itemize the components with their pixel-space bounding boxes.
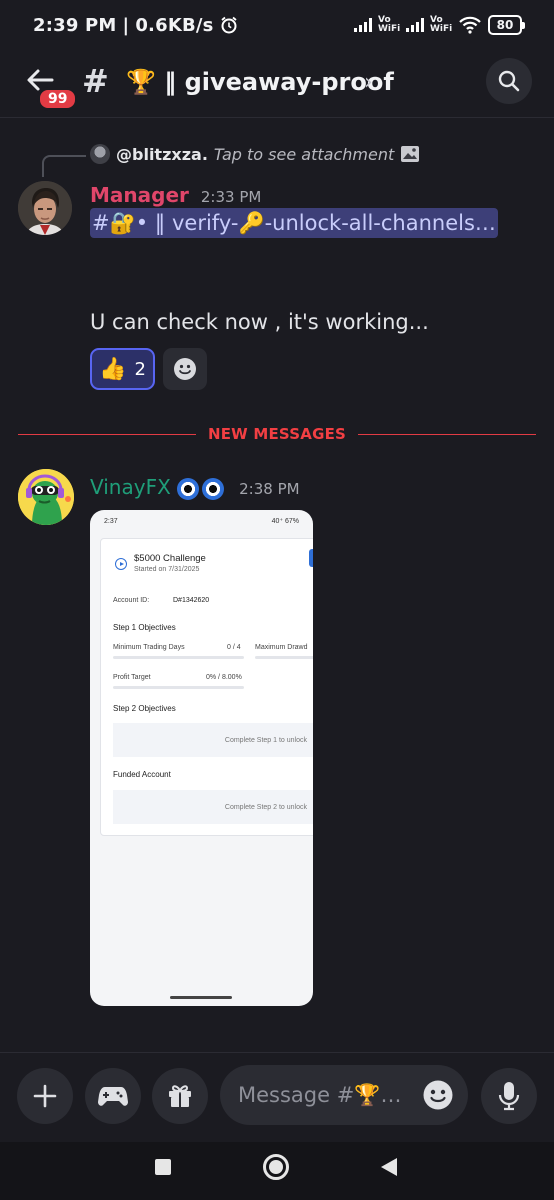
progress-bar (255, 656, 313, 659)
alarm-icon (220, 16, 238, 34)
wifi-icon (458, 16, 482, 34)
avatar[interactable] (18, 469, 74, 525)
channel-mention[interactable]: #🔐• ‖ verify-🔑-unlock-all-channels… (90, 208, 498, 238)
reply-preview[interactable]: @blitzxza. Tap to see attachment (90, 144, 420, 164)
reply-connector (42, 155, 86, 177)
recents-button[interactable] (155, 1159, 171, 1175)
progress-bar (113, 686, 244, 689)
signal-icon (354, 18, 372, 32)
back-button[interactable] (381, 1158, 397, 1176)
add-reaction-button[interactable] (163, 348, 207, 390)
challenge-started: Started on 7/31/2025 (134, 566, 200, 573)
profit-target-value: 0% / 8.00% (206, 674, 242, 681)
search-icon (497, 69, 521, 93)
reaction-count: 2 (134, 358, 146, 380)
image-attachment[interactable]: 2:37 40⁺ 67% $5000 Challenge Started on … (90, 510, 313, 1006)
funded-locked-box: Complete Step 2 to unlock (113, 790, 313, 824)
signal-icon-2 (406, 18, 424, 32)
account-label: Account ID: (113, 597, 150, 604)
timestamp: 2:38 PM (239, 480, 300, 498)
message-composer: Message #🏆… (0, 1052, 554, 1142)
smiley-icon (173, 357, 197, 381)
vowifi-label-1: Vo WiFi (378, 15, 401, 34)
step2-heading: Step 2 Objectives (113, 704, 176, 713)
image-icon (400, 145, 420, 163)
reply-username: @blitzxza. (116, 144, 208, 164)
timestamp: 2:33 PM (200, 188, 262, 206)
evil-eye-icon (202, 477, 225, 500)
username-text: VinayFX (90, 475, 171, 499)
divider-line-right (358, 433, 537, 435)
voice-message-button[interactable] (481, 1068, 537, 1124)
message-input[interactable]: Message #🏆… (220, 1065, 468, 1125)
home-button[interactable] (263, 1154, 289, 1180)
attachment-status-right: 40⁺ 67% (271, 518, 299, 525)
system-nav-bar (0, 1142, 554, 1200)
divider-label: NEW MESSAGES (207, 425, 347, 443)
message-placeholder: Message #🏆… (238, 1082, 402, 1107)
battery-indicator: 80 (488, 15, 525, 35)
step1-heading: Step 1 Objectives (113, 623, 176, 632)
gift-icon (167, 1083, 193, 1109)
avatar[interactable] (18, 181, 72, 235)
gift-button[interactable] (152, 1068, 208, 1124)
divider-line-left (18, 433, 196, 435)
chevron-right-icon[interactable]: › (364, 70, 373, 95)
channel-header: 99 # 🏆 ‖ giveaway-proof › (0, 50, 554, 118)
reaction-thumbs-up[interactable]: 👍 2 (90, 348, 155, 390)
unread-badge: 99 (37, 87, 79, 111)
account-value: D#1342620 (173, 597, 210, 604)
blue-button-edge (309, 549, 313, 567)
games-button[interactable] (85, 1068, 141, 1124)
username[interactable]: VinayFX (90, 475, 227, 500)
message-text: U can check now , it's working... (90, 310, 429, 334)
step2-lock-text: Complete Step 1 to unlock (224, 736, 307, 744)
reactions-bar: 👍 2 (90, 348, 207, 390)
username[interactable]: Manager (90, 183, 189, 207)
search-button[interactable] (486, 58, 532, 104)
progress-bar (113, 656, 244, 659)
home-indicator (170, 996, 232, 999)
thumbs-up-emoji: 👍 (99, 356, 127, 382)
vowifi-label-2: Vo WiFi (430, 15, 453, 34)
status-time: 2:39 PM (33, 14, 117, 36)
plus-icon (32, 1083, 58, 1109)
min-days-value: 0 / 4 (227, 644, 241, 651)
status-bar: 2:39 PM | 0.6KB/s Vo WiFi Vo WiFi 80 (0, 0, 554, 50)
status-speed: 0.6KB/s (135, 14, 214, 36)
reply-avatar (90, 144, 110, 164)
smiley-icon[interactable] (422, 1079, 454, 1111)
step2-locked-box: Complete Step 1 to unlock (113, 723, 313, 757)
funded-heading: Funded Account (113, 770, 171, 779)
new-messages-divider: NEW MESSAGES (18, 422, 537, 446)
hash-icon: # (82, 62, 109, 100)
attachment-status-bar: 2:37 40⁺ 67% (90, 510, 313, 532)
profit-target-label: Profit Target (113, 674, 151, 681)
channel-title[interactable]: 🏆 ‖ giveaway-proof (126, 68, 394, 96)
reply-note: Tap to see attachment (213, 144, 395, 164)
max-drawdown-label: Maximum Drawd (255, 644, 308, 651)
challenge-title: $5000 Challenge (134, 553, 206, 564)
attachment-status-time: 2:37 (104, 517, 118, 525)
challenge-card: $5000 Challenge Started on 7/31/2025 Acc… (100, 538, 313, 836)
message-header-2: VinayFX 2:38 PM (90, 475, 300, 500)
funded-lock-text: Complete Step 2 to unlock (224, 803, 307, 811)
evil-eye-icon (177, 477, 200, 500)
message-header-1: Manager 2:33 PM (90, 183, 261, 207)
microphone-icon (498, 1081, 520, 1111)
gamepad-icon (98, 1085, 128, 1107)
plus-button[interactable] (17, 1068, 73, 1124)
play-circle-icon (115, 558, 127, 570)
status-separator: | (122, 14, 130, 36)
min-days-label: Minimum Trading Days (113, 644, 185, 651)
